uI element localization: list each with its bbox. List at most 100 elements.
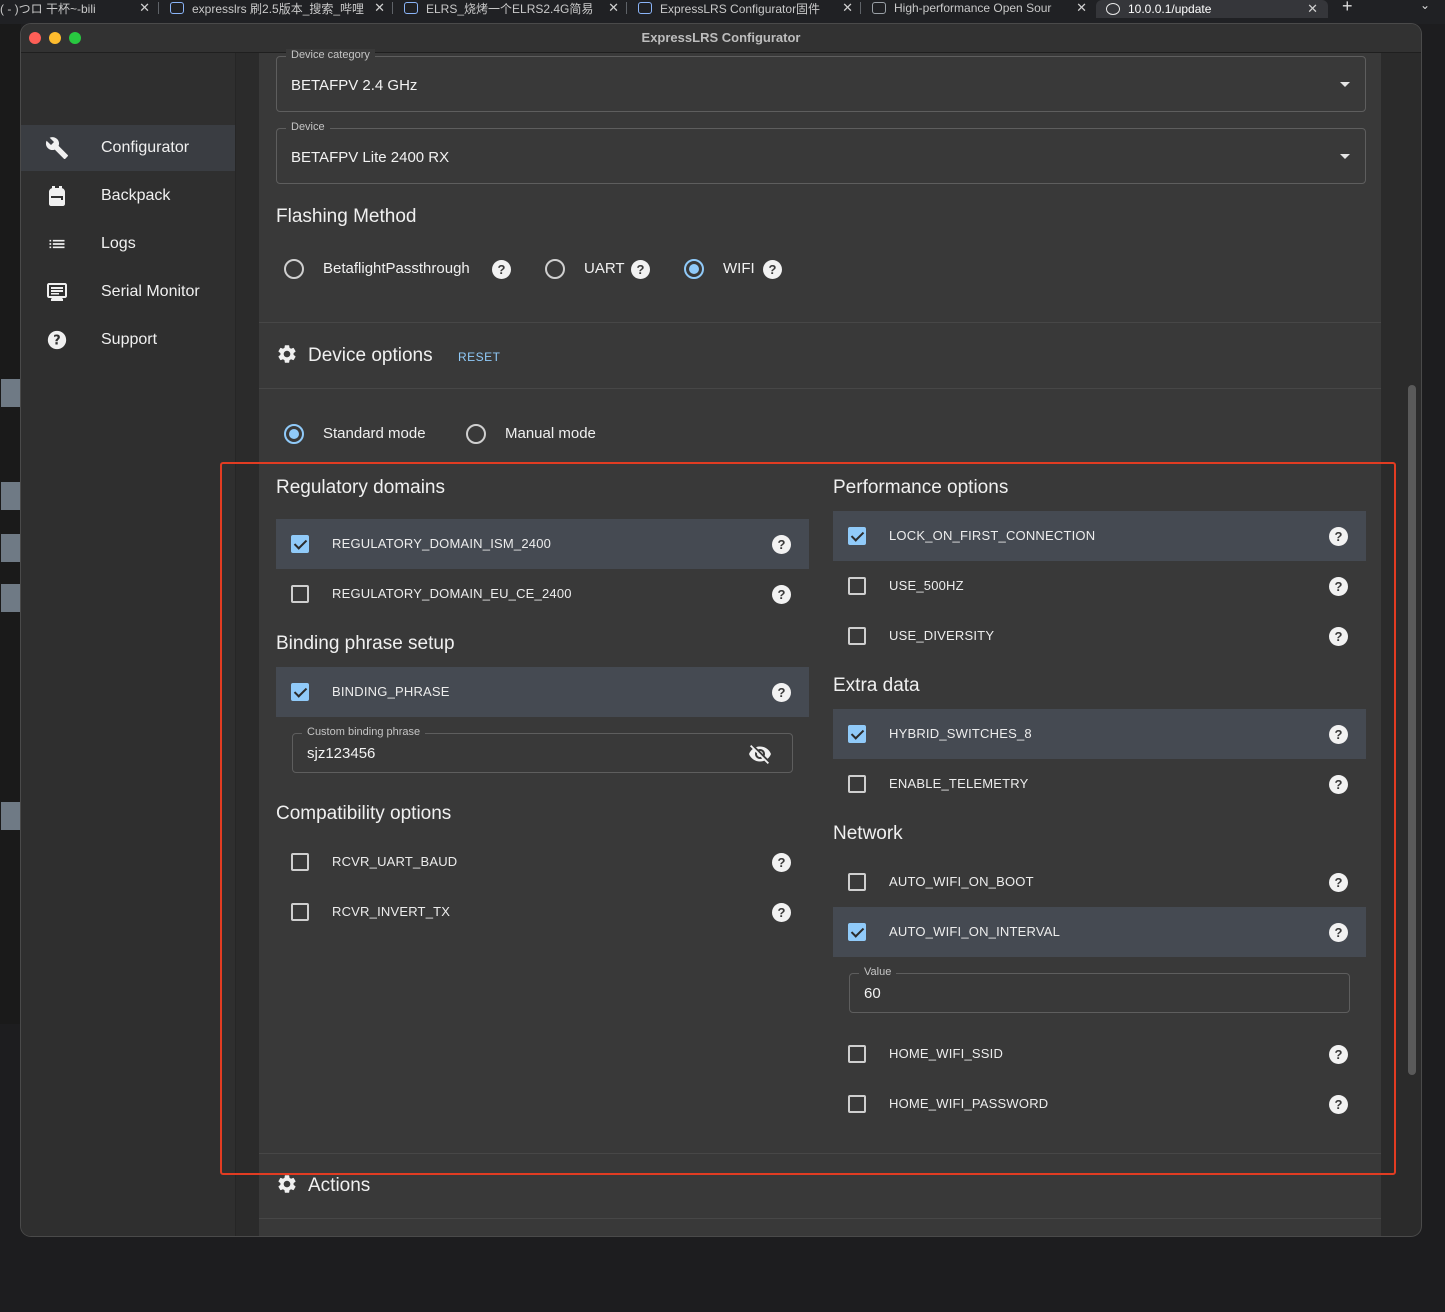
option-row[interactable]: USE_500HZ ? <box>833 561 1366 611</box>
option-row[interactable]: REGULATORY_DOMAIN_EU_CE_2400 ? <box>276 569 809 619</box>
help-icon[interactable]: ? <box>1329 1095 1348 1114</box>
browser-tab[interactable]: High-performance Open Sour ✕ <box>872 0 1087 16</box>
checkbox[interactable] <box>848 1095 866 1113</box>
help-icon[interactable]: ? <box>772 535 791 554</box>
wrench-icon <box>45 136 69 160</box>
close-icon[interactable]: ✕ <box>374 0 385 16</box>
help-icon[interactable]: ? <box>763 260 782 279</box>
help-icon[interactable]: ? <box>1329 775 1348 794</box>
help-icon[interactable]: ? <box>1329 873 1348 892</box>
radio-betaflight-passthrough[interactable] <box>284 259 304 279</box>
caret-down-icon <box>1340 82 1350 87</box>
option-row[interactable]: REGULATORY_DOMAIN_ISM_2400 ? <box>276 519 809 569</box>
new-tab-button[interactable]: + <box>1342 0 1353 17</box>
option-row[interactable]: HOME_WIFI_SSID ? <box>833 1029 1366 1079</box>
option-label: AUTO_WIFI_ON_BOOT <box>889 874 1034 889</box>
favicon-icon <box>872 2 886 14</box>
app-window: ExpressLRS Configurator Configurator Bac… <box>21 24 1421 1236</box>
binding-phrase-input[interactable]: Custom binding phrase sjz123456 <box>292 726 793 773</box>
checkbox[interactable] <box>848 627 866 645</box>
checkbox[interactable] <box>291 903 309 921</box>
checkbox[interactable] <box>848 873 866 891</box>
close-icon[interactable]: ✕ <box>1307 1 1318 17</box>
reset-button[interactable]: RESET <box>458 350 501 364</box>
browser-tab[interactable]: ExpressLRS Configurator固件 ✕ <box>638 0 853 16</box>
checkbox[interactable] <box>848 527 866 545</box>
radio-manual-mode[interactable] <box>466 424 486 444</box>
option-row[interactable]: LOCK_ON_FIRST_CONNECTION ? <box>833 511 1366 561</box>
close-icon[interactable]: ✕ <box>842 0 853 16</box>
browser-tab[interactable]: ( - )つロ 干杯~-bili ✕ <box>0 0 150 16</box>
device-value: BETAFPV Lite 2400 RX <box>291 149 450 166</box>
help-icon[interactable]: ? <box>492 260 511 279</box>
device-category-select[interactable]: Device category BETAFPV 2.4 GHz <box>276 49 1366 112</box>
close-icon[interactable]: ✕ <box>608 0 619 16</box>
checkbox[interactable] <box>848 775 866 793</box>
radio-uart[interactable] <box>545 259 565 279</box>
help-icon[interactable]: ? <box>1329 627 1348 646</box>
flashing-method-title: Flashing Method <box>276 206 417 227</box>
regulatory-domains-title: Regulatory domains <box>276 477 445 498</box>
option-row[interactable]: RCVR_UART_BAUD ? <box>276 837 809 887</box>
checkbox[interactable] <box>848 577 866 595</box>
option-label: HOME_WIFI_SSID <box>889 1046 1004 1061</box>
help-icon[interactable]: ? <box>1329 577 1348 596</box>
sidebar-item-label: Configurator <box>101 139 190 156</box>
option-row[interactable]: USE_DIVERSITY ? <box>833 611 1366 661</box>
help-icon[interactable]: ? <box>772 853 791 872</box>
close-icon[interactable]: ✕ <box>1076 0 1087 16</box>
device-select[interactable]: Device BETAFPV Lite 2400 RX <box>276 121 1366 184</box>
radio-label: WIFI <box>723 260 755 277</box>
help-icon[interactable]: ? <box>1329 1045 1348 1064</box>
help-icon[interactable]: ? <box>1329 527 1348 546</box>
performance-options-title: Performance options <box>833 477 1009 498</box>
browser-tab-active[interactable]: 10.0.0.1/update ✕ <box>1096 0 1328 18</box>
option-row[interactable]: RCVR_INVERT_TX ? <box>276 887 809 937</box>
extra-data-title: Extra data <box>833 675 920 696</box>
radio-standard-mode[interactable] <box>284 424 304 444</box>
wifi-interval-input[interactable]: Value 60 <box>849 966 1350 1013</box>
chevron-down-icon[interactable]: ⌄ <box>1420 0 1430 12</box>
checkbox[interactable] <box>291 853 309 871</box>
gear-icon <box>276 1173 298 1200</box>
help-icon[interactable]: ? <box>772 683 791 702</box>
option-row[interactable]: HOME_WIFI_PASSWORD ? <box>833 1079 1366 1129</box>
title-bar: ExpressLRS Configurator <box>21 24 1421 53</box>
checkbox[interactable] <box>848 923 866 941</box>
device-options-title: Device options <box>308 345 433 366</box>
help-icon[interactable]: ? <box>1329 725 1348 744</box>
close-icon[interactable]: ✕ <box>139 0 150 16</box>
scrollbar[interactable] <box>1408 385 1416 1075</box>
radio-wifi[interactable] <box>684 259 704 279</box>
list-icon <box>45 232 69 256</box>
option-row[interactable]: HYBRID_SWITCHES_8 ? <box>833 709 1366 759</box>
checkbox[interactable] <box>848 1045 866 1063</box>
browser-tab[interactable]: expresslrs 刷2.5版本_搜索_哔哩 ✕ <box>170 0 385 16</box>
option-label: HOME_WIFI_PASSWORD <box>889 1096 1049 1111</box>
svg-text:?: ? <box>53 334 60 349</box>
checkbox[interactable] <box>848 725 866 743</box>
help-icon[interactable]: ? <box>772 903 791 922</box>
sidebar-item-serial-monitor[interactable]: Serial Monitor <box>21 269 235 315</box>
option-row[interactable]: BINDING_PHRASE ? <box>276 667 809 717</box>
sidebar-item-backpack[interactable]: Backpack <box>21 173 235 219</box>
divider <box>259 1153 1381 1154</box>
checkbox[interactable] <box>291 585 309 603</box>
option-row[interactable]: AUTO_WIFI_ON_BOOT ? <box>833 857 1366 907</box>
help-icon[interactable]: ? <box>772 585 791 604</box>
browser-tab[interactable]: ELRS_烧烤一个ELRS2.4G简易 ✕ <box>404 0 619 16</box>
option-row[interactable]: ENABLE_TELEMETRY ? <box>833 759 1366 809</box>
option-label: LOCK_ON_FIRST_CONNECTION <box>889 528 1096 543</box>
option-label: USE_500HZ <box>889 578 964 593</box>
visibility-off-icon[interactable] <box>748 742 772 771</box>
sidebar-item-support[interactable]: ? Support <box>21 317 235 363</box>
checkbox[interactable] <box>291 535 309 553</box>
window-title: ExpressLRS Configurator <box>641 30 801 45</box>
checkbox[interactable] <box>291 683 309 701</box>
sidebar-item-configurator[interactable]: Configurator <box>21 125 235 171</box>
option-row[interactable]: AUTO_WIFI_ON_INTERVAL ? <box>833 907 1366 957</box>
sidebar-item-logs[interactable]: Logs <box>21 221 235 267</box>
gear-icon <box>276 343 298 370</box>
help-icon[interactable]: ? <box>631 260 650 279</box>
help-icon[interactable]: ? <box>1329 923 1348 942</box>
